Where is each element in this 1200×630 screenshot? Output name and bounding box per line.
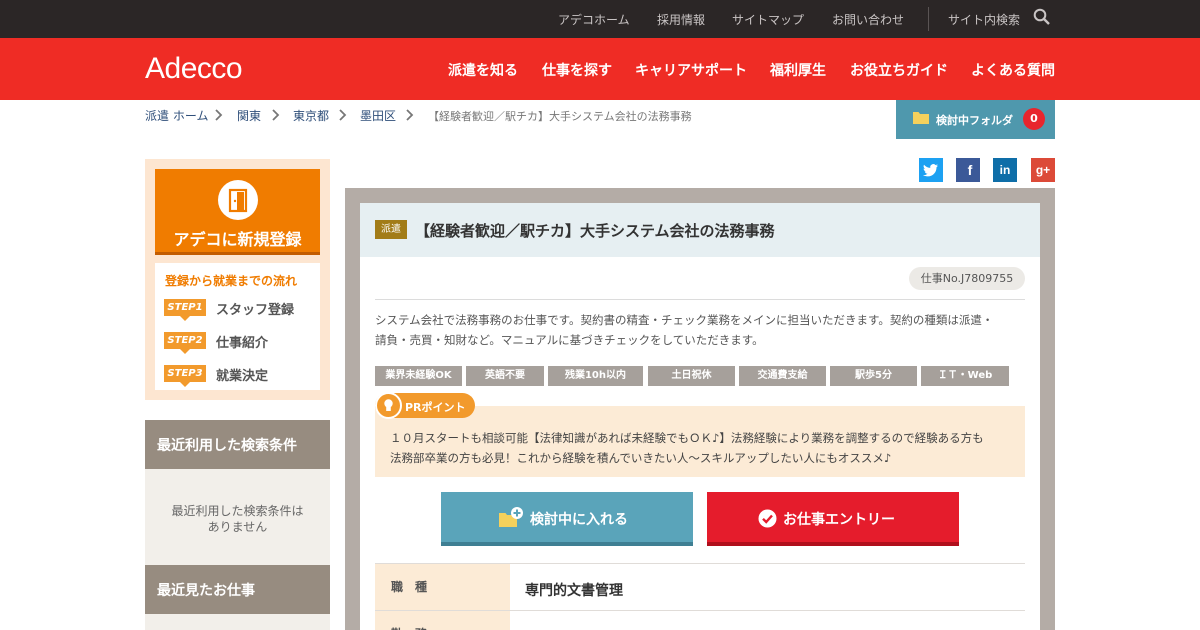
folder-label: 検討中フォルダ [936, 114, 1013, 127]
nav-item-find-job[interactable]: 仕事を探す [542, 60, 612, 80]
adecco-logo[interactable]: Adecco [145, 52, 243, 86]
job-entry-button[interactable]: お仕事エントリー [707, 492, 959, 546]
util-link-home[interactable]: アデコホーム [558, 11, 630, 28]
lightbulb-icon [375, 392, 402, 419]
util-divider [928, 7, 929, 31]
table-value-cell: 専門的文書管理 [525, 583, 623, 599]
utility-bar: アデコホーム 採用情報 サイトマップ お問い合わせ サイト内検索 [0, 0, 1200, 38]
table-header-cell: 勤 務 [375, 611, 510, 630]
feature-tag: 交通費支給 [739, 366, 826, 386]
step-badge: STEP1 [164, 299, 206, 321]
pr-point-text: １０月スタートも相談可能【法律知識があれば未経験でもＯＫ♪】法務経験により業務を… [390, 431, 984, 465]
job-header: 派遣 【経験者歓迎／駅チカ】大手システム会社の法務事務 [360, 203, 1040, 257]
breadcrumb-current: 【経験者歓迎／駅チカ】大手システム会社の法務事務 [428, 110, 692, 123]
breadcrumb-sumida[interactable]: 墨田区 [360, 107, 396, 124]
flow-title[interactable]: 登録から就業までの流れ [165, 272, 297, 289]
util-link-recruit[interactable]: 採用情報 [657, 11, 705, 28]
site-header: Adecco 派遣を知る 仕事を探す キャリアサポート 福利厚生 お役立ちガイド… [0, 38, 1200, 100]
step-label[interactable]: スタッフ登録 [216, 299, 294, 318]
nav-item-about-haken[interactable]: 派遣を知る [448, 60, 518, 80]
linkedin-icon[interactable]: in [993, 158, 1017, 182]
job-type-badge: 派遣 [375, 220, 407, 239]
util-link-sitemap[interactable]: サイトマップ [732, 11, 804, 28]
consider-folder-button[interactable]: 検討中フォルダ 0 [896, 100, 1055, 139]
breadcrumb-kanto[interactable]: 関東 [237, 107, 261, 124]
folder-icon [913, 112, 929, 124]
facebook-icon[interactable]: f [956, 158, 980, 182]
util-link-contact[interactable]: お問い合わせ [832, 11, 904, 28]
recent-viewed-heading: 最近見たお仕事 [145, 565, 330, 614]
recent-search-empty-message: 最近利用した検索条件は ありません [171, 504, 304, 534]
nav-item-welfare[interactable]: 福利厚生 [770, 60, 826, 80]
breadcrumb-home[interactable]: 派遣 ホーム [145, 107, 208, 124]
divider [375, 299, 1025, 300]
util-link-site-search[interactable]: サイト内検索 [948, 11, 1020, 28]
folder-add-icon [499, 507, 523, 527]
add-to-consider-button[interactable]: 検討中に入れる [441, 492, 693, 546]
search-icon[interactable] [1033, 8, 1050, 25]
pr-point-label: PRポイント [405, 401, 466, 414]
googleplus-icon[interactable]: g+ [1031, 158, 1055, 182]
chevron-right-icon [339, 109, 347, 121]
feature-tag: 英語不要 [466, 366, 544, 386]
table-header-cell: 職 種 [375, 564, 510, 610]
job-title: 【経験者歓迎／駅チカ】大手システム会社の法務事務 [415, 222, 775, 240]
twitter-icon[interactable] [919, 158, 943, 182]
folder-count-badge: 0 [1023, 108, 1045, 130]
check-circle-icon [758, 509, 777, 528]
job-description: システム会社で法務事務のお仕事です。契約書の精査・チェック業務をメインに担当いた… [375, 313, 994, 347]
nav-item-guide[interactable]: お役立ちガイド [850, 60, 948, 80]
recent-search-panel: 最近利用した検索条件は ありません [145, 469, 330, 565]
feature-tag: 土日祝休 [648, 366, 735, 386]
chevron-right-icon [215, 109, 223, 121]
feature-tag: ＩＴ・Web [921, 366, 1009, 386]
registration-flow: 登録から就業までの流れ STEP1 スタッフ登録 STEP2 仕事紹介 STEP… [155, 263, 320, 390]
registration-box: アデコに新規登録 登録から就業までの流れ STEP1 スタッフ登録 STEP2 … [145, 159, 330, 400]
nav-item-career-support[interactable]: キャリアサポート [635, 60, 747, 80]
step-badge: STEP2 [164, 332, 206, 354]
add-to-consider-label: 検討中に入れる [530, 512, 628, 528]
nav-item-faq[interactable]: よくある質問 [971, 60, 1055, 80]
feature-tag: 駅歩5分 [830, 366, 917, 386]
job-entry-label: お仕事エントリー [783, 512, 895, 528]
recent-search-heading: 最近利用した検索条件 [145, 420, 330, 469]
pr-point-box: １０月スタートも相談可能【法律知識があれば未経験でもＯＫ♪】法務経験により業務を… [375, 406, 1025, 477]
chevron-right-icon [272, 109, 280, 121]
door-icon [218, 180, 258, 220]
step-badge: STEP3 [164, 365, 206, 387]
recent-viewed-panel [145, 614, 330, 630]
pr-point-badge: PRポイント [375, 392, 475, 419]
feature-tag: 業界未経験OK [375, 366, 462, 386]
step-label[interactable]: 就業決定 [216, 365, 268, 384]
feature-tag: 残業10h以内 [548, 366, 643, 386]
chevron-right-icon [406, 109, 414, 121]
job-number-badge: 仕事No.J7809755 [909, 267, 1025, 290]
register-button[interactable]: アデコに新規登録 [155, 169, 320, 255]
register-label: アデコに新規登録 [173, 230, 302, 249]
breadcrumb-tokyo[interactable]: 東京都 [293, 107, 329, 124]
step-label[interactable]: 仕事紹介 [216, 332, 268, 351]
